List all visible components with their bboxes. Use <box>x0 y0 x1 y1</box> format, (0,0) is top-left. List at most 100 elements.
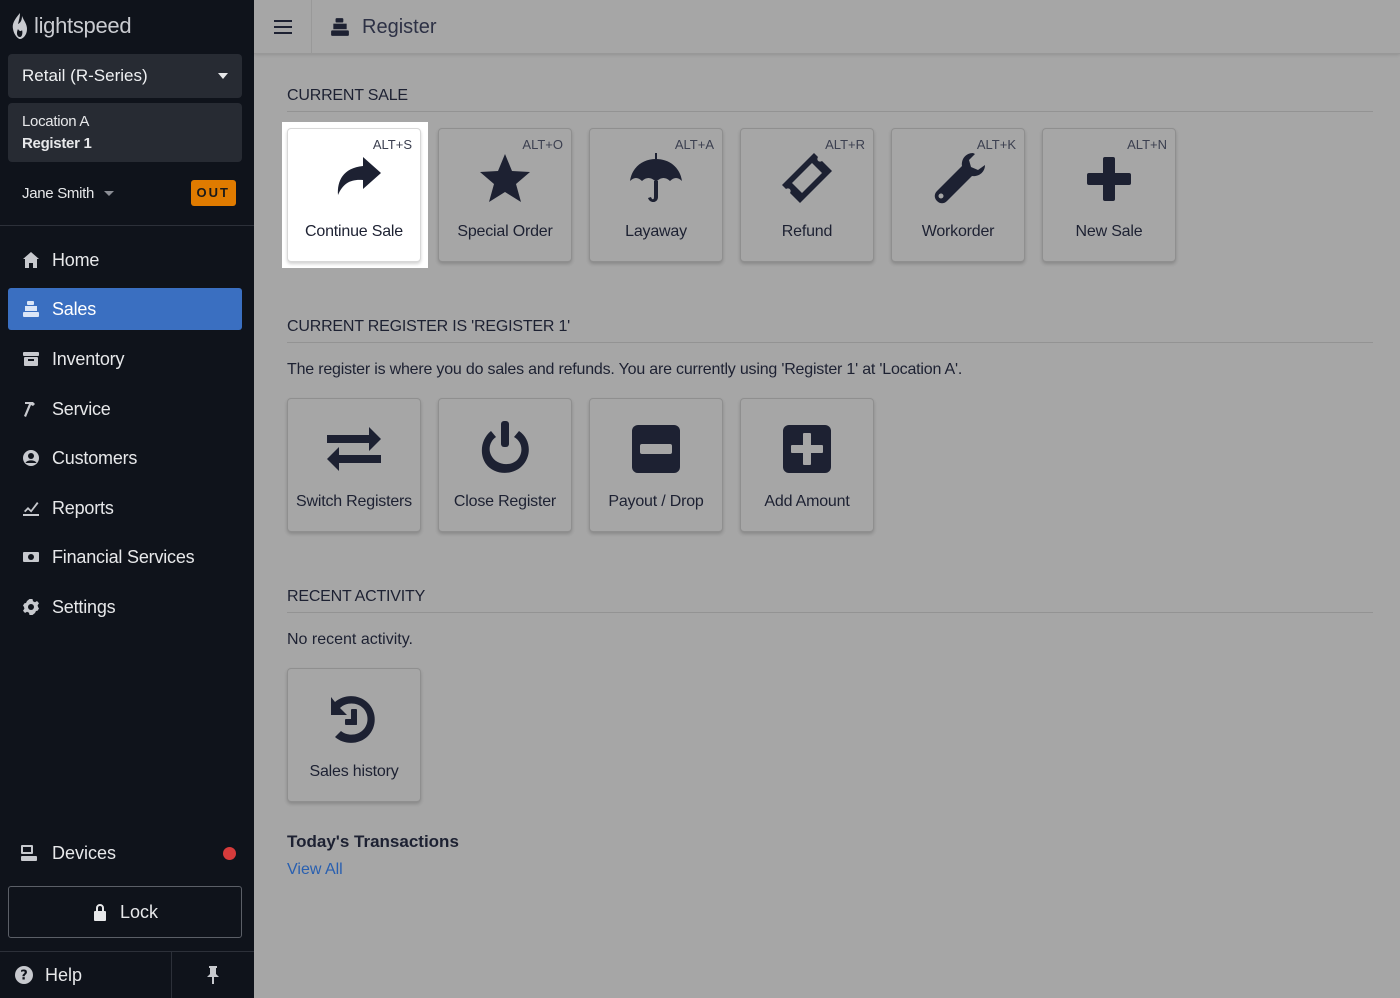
sidebar: lightspeed Retail (R-Series) Location A … <box>0 0 254 998</box>
svg-text:?: ? <box>20 969 28 984</box>
plus-icon <box>1043 151 1175 207</box>
page-title: Register <box>330 0 436 54</box>
recent-activity-heading: RECENT ACTIVITY <box>287 588 1373 613</box>
switch-registers-button[interactable]: Switch Registers <box>287 398 421 532</box>
power-icon <box>439 421 571 477</box>
register-icon <box>331 18 349 36</box>
sidebar-item-customers[interactable]: Customers <box>8 437 242 479</box>
tile-label: Add Amount <box>764 493 850 510</box>
layaway-button[interactable]: ALT+A Layaway <box>589 128 723 262</box>
pin-sidebar-button[interactable] <box>172 952 254 998</box>
register-icon <box>20 298 42 320</box>
tile-label: Switch Registers <box>296 493 412 510</box>
help-icon: ? <box>15 966 33 984</box>
chevron-down-icon[interactable] <box>104 190 115 196</box>
chart-icon <box>20 497 42 519</box>
page-title-text: Register <box>362 15 437 38</box>
sales-history-button[interactable]: Sales history <box>287 668 421 802</box>
pin-icon <box>207 966 219 984</box>
sidebar-item-financial-services[interactable]: Financial Services <box>8 536 242 578</box>
menu-button[interactable] <box>254 0 312 54</box>
sidebar-item-label: Financial Services <box>52 546 195 567</box>
clock-status-badge[interactable]: OUT <box>190 180 236 206</box>
user-row: Jane Smith OUT <box>22 180 236 206</box>
store-select[interactable]: Retail (R-Series) <box>8 54 242 98</box>
add-amount-button[interactable]: Add Amount <box>740 398 874 532</box>
continue-sale-button[interactable]: ALT+S Continue Sale <box>287 128 421 262</box>
new-sale-button[interactable]: ALT+N New Sale <box>1042 128 1176 262</box>
register-name: Register 1 <box>22 135 92 152</box>
shortcut-label: ALT+O <box>522 137 563 152</box>
sidebar-item-label: Service <box>52 398 111 419</box>
exchange-icon <box>288 421 420 477</box>
sidebar-item-sales[interactable]: Sales <box>8 288 242 330</box>
workorder-button[interactable]: ALT+K Workorder <box>891 128 1025 262</box>
sidebar-item-label: Settings <box>52 596 116 617</box>
lock-label: Lock <box>119 901 159 922</box>
sidebar-item-reports[interactable]: Reports <box>8 487 242 529</box>
location-register-box[interactable]: Location A Register 1 <box>8 103 242 162</box>
sidebar-item-label: Home <box>52 249 100 270</box>
ticket-icon <box>741 151 873 207</box>
register-heading: CURRENT REGISTER IS 'REGISTER 1' <box>287 318 1373 343</box>
inventory-icon <box>20 348 42 370</box>
tile-label: Payout / Drop <box>608 493 704 510</box>
help-button[interactable]: ? Help <box>0 952 172 998</box>
tile-label: Close Register <box>453 493 557 510</box>
hamburger-icon <box>273 20 292 34</box>
lock-icon <box>93 904 106 921</box>
user-icon <box>20 447 42 469</box>
brand-name: lightspeed <box>34 13 132 38</box>
tile-label: Sales history <box>309 763 399 780</box>
location-name: Location A <box>22 113 90 130</box>
shortcut-label: ALT+N <box>1127 137 1167 152</box>
register-description: The register is where you do sales and r… <box>287 361 963 378</box>
sidebar-item-label: Sales <box>52 298 97 319</box>
wrench-icon <box>892 151 1024 207</box>
alert-dot <box>223 846 236 860</box>
tile-label: Special Order <box>457 223 553 240</box>
sidebar-item-label: Customers <box>52 447 138 468</box>
chevron-down-icon <box>218 73 228 79</box>
top-bar: Register <box>254 0 1400 54</box>
sidebar-item-settings[interactable]: Settings <box>8 586 242 628</box>
current-sale-heading: CURRENT SALE <box>287 87 1373 112</box>
gear-icon <box>20 596 42 618</box>
shortcut-label: ALT+R <box>825 137 865 152</box>
store-select-value: Retail (R-Series) <box>22 66 148 85</box>
sidebar-item-service[interactable]: Service <box>8 388 242 430</box>
refund-button[interactable]: ALT+R Refund <box>740 128 874 262</box>
sidebar-item-devices[interactable]: Devices <box>8 832 242 874</box>
tile-label: New Sale <box>1075 223 1143 240</box>
shortcut-label: ALT+K <box>976 137 1016 152</box>
view-all-link[interactable]: View All <box>287 861 343 879</box>
devices-label: Devices <box>52 842 117 863</box>
user-menu[interactable]: Jane Smith <box>22 185 94 202</box>
help-label: Help <box>45 964 83 985</box>
tile-label: Layaway <box>625 223 687 240</box>
close-register-button[interactable]: Close Register <box>438 398 572 532</box>
star-icon <box>439 151 571 207</box>
special-order-button[interactable]: ALT+O Special Order <box>438 128 572 262</box>
sidebar-divider <box>0 225 254 226</box>
lock-button[interactable]: Lock <box>8 886 242 938</box>
history-icon <box>288 691 420 747</box>
sidebar-item-label: Inventory <box>52 348 125 369</box>
flame-logo-icon <box>12 13 27 39</box>
minus-square-icon <box>590 421 722 477</box>
share-arrow-icon <box>288 151 420 207</box>
tile-label: Workorder <box>921 223 995 240</box>
lightspeed-logo[interactable]: lightspeed <box>10 10 132 42</box>
sidebar-item-home[interactable]: Home <box>8 239 242 281</box>
sidebar-item-label: Reports <box>52 497 114 518</box>
tile-label: Continue Sale <box>305 223 403 240</box>
hammer-icon <box>20 398 42 420</box>
plus-square-icon <box>741 421 873 477</box>
sidebar-item-inventory[interactable]: Inventory <box>8 338 242 380</box>
money-icon <box>20 546 42 568</box>
shortcut-label: ALT+S <box>372 137 412 152</box>
home-icon <box>20 249 42 271</box>
computer-icon <box>20 842 42 864</box>
payout-drop-button[interactable]: Payout / Drop <box>589 398 723 532</box>
tile-label: Refund <box>781 223 833 240</box>
